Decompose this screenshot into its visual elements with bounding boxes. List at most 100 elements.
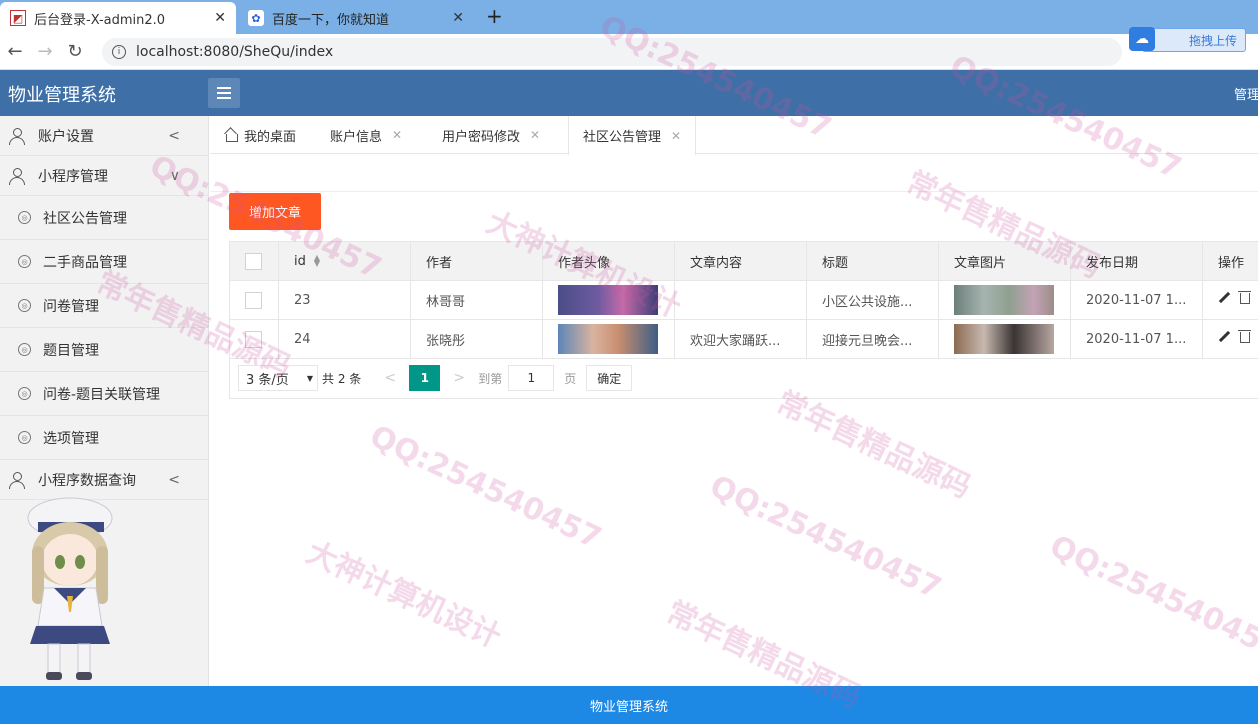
tab-account-info[interactable]: 账户信息 ✕: [330, 116, 402, 154]
address-bar: ← → ↻ i localhost:8080/SheQu/index: [0, 34, 1258, 70]
sidebar-item-survey-question-link[interactable]: ◎ 问卷-题目关联管理: [0, 372, 208, 416]
main-content: 我的桌面 账户信息 ✕ 用户密码修改 ✕ 社区公告管理 ✕ 增加文章 id ▲ ▼ …: [210, 116, 1258, 686]
column-header-content: 文章内容: [674, 241, 807, 281]
cell-id: 23: [278, 280, 411, 320]
sidebar-item-notice[interactable]: ◎ 社区公告管理: [0, 196, 208, 240]
sidebar-item-label: 选项管理: [43, 430, 99, 447]
upload-extension-button[interactable]: ☁ 拖拽上传: [1129, 27, 1246, 52]
hamburger-icon-line: [217, 97, 231, 99]
close-icon[interactable]: ✕: [671, 129, 681, 143]
tab-password-change[interactable]: 用户密码修改 ✕: [442, 116, 540, 154]
cell-avatar: [542, 280, 675, 320]
chevron-down-icon: ∨: [169, 167, 180, 184]
sidebar-item-questions[interactable]: ◎ 题目管理: [0, 328, 208, 372]
cell-date: 2020-11-07 1...: [1070, 319, 1203, 359]
table-header-row: id ▲ ▼ 作者 作者头像 文章内容 标题 文章图片 发布日期 操作: [229, 241, 1258, 281]
cloud-icon: ☁: [1129, 27, 1155, 51]
tab-label: 我的桌面: [244, 129, 297, 145]
current-page[interactable]: 1: [409, 365, 441, 391]
row-checkbox-cell: [229, 319, 279, 359]
url-field[interactable]: i localhost:8080/SheQu/index: [102, 37, 1122, 66]
cell-title: 小区公共设施...: [806, 280, 939, 320]
sidebar-item-goods[interactable]: ◎ 二手商品管理: [0, 240, 208, 284]
cell-id: 24: [278, 319, 411, 359]
baidu-paw-icon: ✿: [248, 10, 264, 26]
data-table: id ▲ ▼ 作者 作者头像 文章内容 标题 文章图片 发布日期 操作 23 林哥哥: [229, 241, 1258, 359]
close-icon[interactable]: ✕: [392, 128, 402, 142]
sidebar-item-survey[interactable]: ◎ 问卷管理: [0, 284, 208, 328]
cell-actions: [1202, 280, 1258, 320]
back-arrow-icon[interactable]: ←: [0, 41, 30, 62]
close-icon[interactable]: ✕: [214, 10, 226, 26]
goto-page-input[interactable]: 1: [508, 365, 555, 391]
row-checkbox[interactable]: [245, 291, 262, 309]
user-menu[interactable]: 管理员: [1234, 84, 1258, 103]
user-icon: [8, 127, 26, 145]
reload-icon[interactable]: ↻: [60, 41, 90, 62]
sidebar-item-label: 小程序管理: [38, 168, 108, 185]
column-header-title: 标题: [806, 241, 939, 281]
column-header-avatar: 作者头像: [542, 241, 675, 281]
prev-page-button[interactable]: <: [381, 370, 399, 386]
sidebar-item-label: 账户设置: [38, 128, 94, 145]
row-checkbox-cell: [229, 280, 279, 320]
pagination: 3 条/页 共 2 条 < 1 > 到第 1 页 确定: [229, 358, 1258, 399]
delete-trash-icon[interactable]: [1238, 329, 1251, 343]
cell-content: 欢迎大家踊跃...: [674, 319, 807, 359]
sidebar-item-label: 题目管理: [43, 342, 99, 359]
column-header-author: 作者: [410, 241, 543, 281]
browser-tab-title: 后台登录-X-admin2.0: [34, 12, 166, 28]
sidebar-item-label: 问卷管理: [43, 298, 99, 315]
article-image: [954, 285, 1054, 315]
chevron-left-icon: <: [168, 471, 180, 488]
edit-pencil-icon[interactable]: [1218, 331, 1230, 343]
next-page-button[interactable]: >: [450, 370, 468, 386]
total-count: 共 2 条: [322, 371, 362, 386]
cell-title: 迎接元旦晚会...: [806, 319, 939, 359]
column-header-id[interactable]: id ▲ ▼: [278, 241, 411, 281]
info-icon[interactable]: i: [112, 44, 126, 59]
content-tabs: 我的桌面 账户信息 ✕ 用户密码修改 ✕ 社区公告管理 ✕: [210, 116, 1258, 155]
column-header-image: 文章图片: [938, 241, 1071, 281]
sidebar-item-account-settings[interactable]: 账户设置 <: [0, 116, 208, 156]
add-article-button[interactable]: 增加文章: [229, 193, 321, 230]
cell-content: [674, 280, 807, 320]
tab-notice-management[interactable]: 社区公告管理 ✕: [568, 116, 697, 155]
browser-tab-admin[interactable]: ◩ 后台登录-X-admin2.0 ✕: [0, 2, 236, 34]
edit-pencil-icon[interactable]: [1218, 292, 1230, 304]
sort-icon[interactable]: ▲ ▼: [314, 254, 320, 268]
browser-tab-baidu[interactable]: ✿ 百度一下，你就知道 ✕: [238, 2, 474, 34]
chevron-left-icon: <: [168, 127, 180, 144]
close-icon[interactable]: ✕: [530, 128, 540, 142]
circle-icon: ◎: [18, 211, 31, 224]
column-header-label: id: [294, 253, 306, 269]
browser-tab-title: 百度一下，你就知道: [272, 12, 390, 28]
tab-my-desktop[interactable]: 我的桌面: [224, 116, 296, 154]
tab-label: 社区公告管理: [583, 130, 662, 145]
confirm-page-button[interactable]: 确定: [586, 365, 633, 391]
row-checkbox[interactable]: [245, 330, 262, 348]
browser-tab-bar: ◩ 后台登录-X-admin2.0 ✕ ✿ 百度一下，你就知道 ✕ +: [0, 0, 1258, 34]
forward-arrow-icon[interactable]: →: [30, 41, 60, 62]
circle-icon: ◎: [18, 299, 31, 312]
user-icon: [8, 471, 26, 489]
upload-extension-label: 拖拽上传: [1188, 33, 1237, 48]
sidebar-item-miniprogram[interactable]: 小程序管理 ∨: [0, 156, 208, 196]
content-subbar: [210, 154, 1258, 192]
sidebar-item-options[interactable]: ◎ 选项管理: [0, 416, 208, 460]
circle-icon: ◎: [18, 255, 31, 268]
cell-image: [938, 319, 1071, 359]
sidebar-item-label: 二手商品管理: [43, 254, 127, 271]
page-favicon-icon: ◩: [10, 10, 26, 26]
menu-toggle-button[interactable]: [208, 78, 240, 108]
delete-trash-icon[interactable]: [1238, 290, 1251, 304]
page-size-select[interactable]: 3 条/页: [238, 365, 318, 391]
table-row: 23 林哥哥 小区公共设施... 2020-11-07 1...: [229, 280, 1258, 320]
tab-label: 账户信息: [330, 129, 383, 145]
sidebar-item-data-query[interactable]: 小程序数据查询 <: [0, 460, 208, 500]
new-tab-button[interactable]: +: [486, 6, 503, 26]
select-all-checkbox[interactable]: [245, 252, 262, 270]
cell-author: 张晓彤: [410, 319, 543, 359]
url-text: localhost:8080/SheQu/index: [136, 43, 334, 60]
close-icon[interactable]: ✕: [452, 10, 464, 26]
